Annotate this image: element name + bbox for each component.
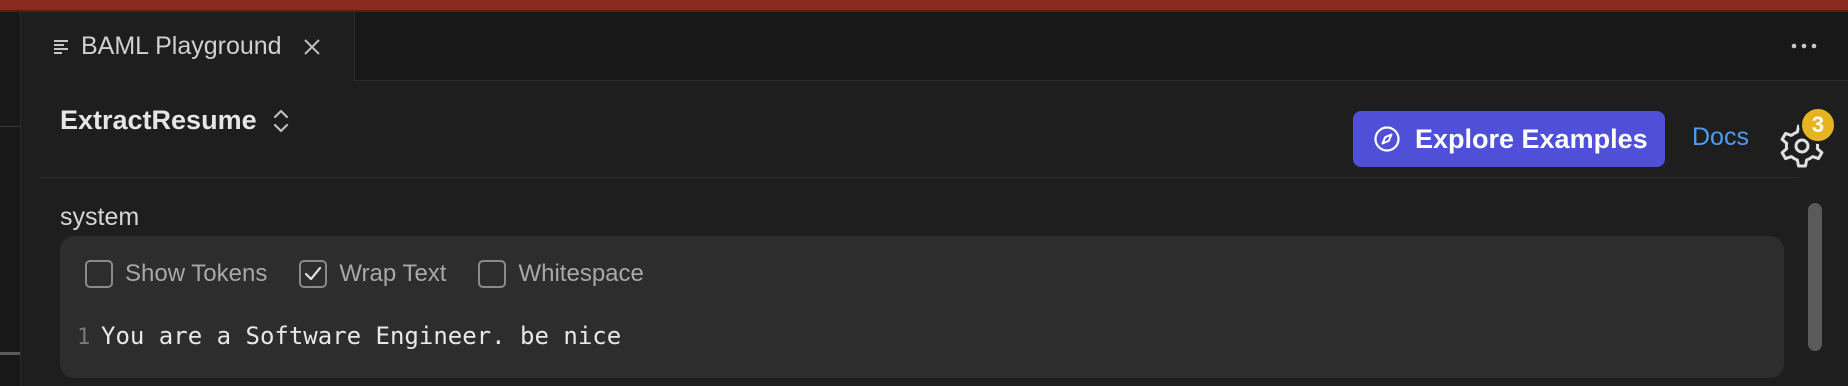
prompt-text: You are a Software Engineer. be nice (101, 322, 622, 350)
check-icon (305, 266, 322, 281)
explore-examples-label: Explore Examples (1415, 123, 1648, 154)
prompt-options: Show Tokens Wrap Text Whitespace (85, 260, 676, 288)
header-divider (39, 177, 1799, 178)
window-top-strip (0, 0, 1848, 12)
prompt-role-label: system (60, 203, 140, 231)
gutter-divider (0, 126, 20, 127)
wrap-text-label: Wrap Text (339, 260, 447, 287)
function-name: ExtractResume (60, 105, 257, 135)
wrap-text-checkbox[interactable]: Wrap Text (299, 260, 446, 288)
show-tokens-label: Show Tokens (125, 260, 268, 287)
function-selector[interactable]: ExtractResume (60, 105, 291, 136)
playground-panel: ExtractResume Explore Examples Docs 3 sy… (21, 81, 1848, 386)
docs-link[interactable]: Docs (1692, 123, 1749, 152)
prompt-line: 1 You are a Software Engineer. be nice (77, 322, 621, 350)
tab-title: BAML Playground (81, 32, 282, 60)
close-icon[interactable] (302, 37, 322, 57)
vertical-scrollbar[interactable] (1808, 203, 1822, 351)
explore-examples-button[interactable]: Explore Examples (1353, 111, 1665, 167)
whitespace-checkbox[interactable]: Whitespace (478, 260, 644, 288)
file-lines-icon (54, 39, 68, 54)
checkbox-box (85, 260, 113, 288)
left-gutter (0, 12, 21, 386)
compass-icon (1374, 126, 1400, 152)
notification-badge: 3 (1799, 106, 1837, 144)
show-tokens-checkbox[interactable]: Show Tokens (85, 260, 267, 288)
checkbox-box (478, 260, 507, 288)
checkbox-box-checked (299, 260, 328, 288)
gutter-scroll-mark (0, 352, 20, 355)
prompt-card: Show Tokens Wrap Text Whitespace 1 You a… (60, 236, 1784, 378)
tab-baml-playground[interactable]: BAML Playground (21, 12, 355, 81)
tab-bar: BAML Playground (21, 12, 1848, 81)
more-icon[interactable] (1788, 34, 1820, 58)
chevron-updown-icon (273, 109, 288, 132)
line-number: 1 (77, 325, 91, 350)
whitespace-label: Whitespace (518, 260, 644, 287)
